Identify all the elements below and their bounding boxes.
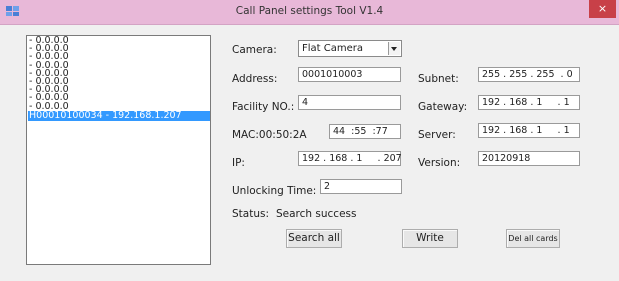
ip-label: IP: xyxy=(232,157,245,169)
ip-field[interactable]: 192 . 168 . 1 . 207 xyxy=(298,151,402,166)
close-button[interactable]: × xyxy=(589,0,616,18)
facility-field[interactable]: 4 xyxy=(298,95,401,110)
version-label: Version: xyxy=(418,157,461,169)
server-field[interactable]: 192 . 168 . 1 . 1 xyxy=(478,123,580,138)
list-item[interactable]: H00010100034 - 192.168.1.207 xyxy=(28,110,210,121)
search-all-button[interactable]: Search all xyxy=(286,229,342,248)
window-title: Call Panel settings Tool V1.4 xyxy=(235,5,384,17)
status-value: Search success xyxy=(276,208,357,220)
camera-label: Camera: xyxy=(232,44,277,56)
camera-select-value: Flat Camera xyxy=(302,43,364,54)
title-bar[interactable]: Call Panel settings Tool V1.4 × xyxy=(0,0,619,25)
camera-select[interactable]: Flat Camera xyxy=(298,40,402,57)
gateway-label: Gateway: xyxy=(418,101,468,113)
server-label: Server: xyxy=(418,129,456,141)
address-label: Address: xyxy=(232,73,278,85)
gateway-field[interactable]: 192 . 168 . 1 . 1 xyxy=(478,95,580,110)
subnet-label: Subnet: xyxy=(418,73,459,85)
version-field[interactable]: 20120918 xyxy=(478,151,580,166)
chevron-down-icon[interactable] xyxy=(388,42,400,55)
subnet-field[interactable]: 255 . 255 . 255 . 0 xyxy=(478,67,580,82)
del-all-cards-button[interactable]: Del all cards xyxy=(506,229,560,248)
facility-label: Facility NO.: xyxy=(232,101,295,113)
status-label: Status: xyxy=(232,208,269,220)
write-button[interactable]: Write xyxy=(402,229,458,248)
mac-field[interactable]: 44 :55 :77 xyxy=(329,124,401,139)
close-icon: × xyxy=(597,2,608,15)
unlocking-time-field[interactable]: 2 xyxy=(320,179,402,194)
device-list[interactable]: - 0.0.0.0- 0.0.0.0- 0.0.0.0- 0.0.0.0- 0.… xyxy=(26,35,211,265)
mac-label: MAC:00:50:2A xyxy=(232,129,307,141)
address-field[interactable]: 0001010003 xyxy=(298,67,401,82)
unlocking-time-label: Unlocking Time: xyxy=(232,185,317,197)
